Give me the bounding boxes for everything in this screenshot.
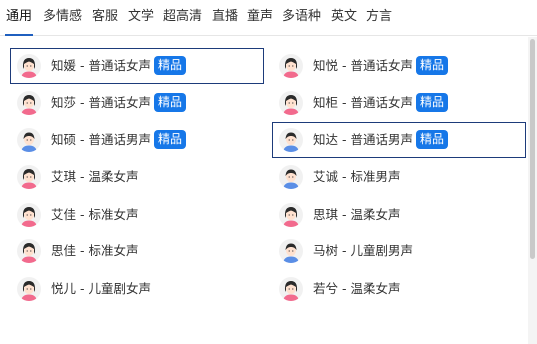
scrollbar-thumb[interactable] bbox=[530, 39, 535, 259]
female-avatar-icon bbox=[17, 165, 41, 189]
voice-name: 思佳 - 标准女声 bbox=[51, 243, 139, 258]
voice-name: 知柜 - 普通话女声 bbox=[313, 95, 413, 110]
voice-label: 若兮 - 温柔女声 bbox=[313, 272, 400, 306]
voice-name: 马树 - 儿童剧男声 bbox=[313, 243, 413, 258]
voice-name: 知莎 - 普通话女声 bbox=[51, 95, 151, 110]
tab-multilingual[interactable]: 多语种 bbox=[282, 0, 321, 34]
voice-item[interactable]: 知莎 - 普通话女声 精品 bbox=[10, 85, 264, 121]
premium-badge: 精品 bbox=[415, 56, 448, 75]
voice-label: 艾佳 - 标准女声 bbox=[51, 198, 138, 232]
tab-literature[interactable]: 文学 bbox=[128, 0, 154, 34]
voice-name: 艾诚 - 标准男声 bbox=[313, 169, 401, 184]
voice-item[interactable]: 思琪 - 温柔女声 bbox=[272, 197, 526, 233]
voice-label: 艾琪 - 温柔女声 bbox=[51, 160, 138, 194]
female-avatar-icon bbox=[17, 91, 41, 115]
tab-dialect[interactable]: 方言 bbox=[366, 0, 392, 34]
voice-item[interactable]: 思佳 - 标准女声 bbox=[10, 233, 264, 269]
voice-item[interactable]: 悦儿 - 儿童剧女声 bbox=[10, 271, 264, 307]
voice-item[interactable]: 若兮 - 温柔女声 bbox=[272, 271, 526, 307]
male-avatar-icon bbox=[279, 239, 303, 263]
male-avatar-icon bbox=[17, 128, 41, 152]
voice-label: 艾诚 - 标准男声 bbox=[313, 160, 400, 194]
female-avatar-icon bbox=[17, 54, 41, 78]
female-avatar-icon bbox=[17, 277, 41, 301]
voice-label: 知达 - 普通话男声 精品 bbox=[313, 123, 448, 157]
voice-list: 知媛 - 普通话女声 精品 知悦 - 普通话女声 精品 知莎 - 普通话女声 精品 知柜 -… bbox=[0, 37, 528, 344]
female-avatar-icon bbox=[279, 203, 303, 227]
tab-emotional[interactable]: 多情感 bbox=[43, 0, 82, 34]
voice-item[interactable]: 知硕 - 普通话男声 精品 bbox=[10, 122, 264, 158]
tab-customer-service[interactable]: 客服 bbox=[92, 0, 118, 34]
voice-item[interactable]: 知悦 - 普通话女声 精品 bbox=[272, 48, 526, 84]
voice-name: 知悦 - 普通话女声 bbox=[313, 58, 413, 73]
voice-item[interactable]: 知达 - 普通话男声 精品 bbox=[272, 122, 526, 158]
voice-label: 知莎 - 普通话女声 精品 bbox=[51, 86, 186, 120]
male-avatar-icon bbox=[279, 128, 303, 152]
voice-label: 思琪 - 温柔女声 bbox=[313, 198, 400, 232]
premium-badge: 精品 bbox=[415, 130, 448, 149]
premium-badge: 精品 bbox=[153, 130, 186, 149]
female-avatar-icon bbox=[17, 239, 41, 263]
tab-live[interactable]: 直播 bbox=[212, 0, 238, 34]
female-avatar-icon bbox=[279, 54, 303, 78]
premium-badge: 精品 bbox=[153, 56, 186, 75]
voice-label: 知悦 - 普通话女声 精品 bbox=[313, 49, 448, 83]
voice-item[interactable]: 知媛 - 普通话女声 精品 bbox=[10, 48, 264, 84]
voice-item[interactable]: 艾诚 - 标准男声 bbox=[272, 159, 526, 195]
voice-name: 知媛 - 普通话女声 bbox=[51, 58, 151, 73]
female-avatar-icon bbox=[17, 203, 41, 227]
male-avatar-icon bbox=[279, 165, 303, 189]
tab-general[interactable]: 通用 bbox=[4, 0, 34, 36]
tab-ultra-hd[interactable]: 超高清 bbox=[163, 0, 202, 34]
scrollbar[interactable] bbox=[528, 37, 537, 344]
female-avatar-icon bbox=[279, 277, 303, 301]
voice-label: 知媛 - 普通话女声 精品 bbox=[51, 49, 186, 83]
category-tabs: 通用 多情感 客服 文学 超高清 直播 童声 多语种 英文 方言 bbox=[0, 0, 537, 36]
female-avatar-icon bbox=[279, 91, 303, 115]
voice-item[interactable]: 艾佳 - 标准女声 bbox=[10, 197, 264, 233]
voice-name: 思琪 - 温柔女声 bbox=[313, 207, 401, 222]
voice-label: 马树 - 儿童剧男声 bbox=[313, 234, 413, 268]
voice-label: 知柜 - 普通话女声 精品 bbox=[313, 86, 448, 120]
voice-name: 悦儿 - 儿童剧女声 bbox=[51, 281, 151, 296]
voice-name: 艾琪 - 温柔女声 bbox=[51, 169, 139, 184]
voice-item[interactable]: 马树 - 儿童剧男声 bbox=[272, 233, 526, 269]
tab-child-voice[interactable]: 童声 bbox=[247, 0, 273, 34]
voice-name: 若兮 - 温柔女声 bbox=[313, 281, 401, 296]
premium-badge: 精品 bbox=[153, 93, 186, 112]
tab-english[interactable]: 英文 bbox=[331, 0, 357, 34]
voice-label: 知硕 - 普通话男声 精品 bbox=[51, 123, 186, 157]
voice-item[interactable]: 艾琪 - 温柔女声 bbox=[10, 159, 264, 195]
voice-item[interactable]: 知柜 - 普通话女声 精品 bbox=[272, 85, 526, 121]
voice-name: 知达 - 普通话男声 bbox=[313, 132, 413, 147]
premium-badge: 精品 bbox=[415, 93, 448, 112]
voice-name: 知硕 - 普通话男声 bbox=[51, 132, 151, 147]
voice-label: 思佳 - 标准女声 bbox=[51, 234, 138, 268]
voice-name: 艾佳 - 标准女声 bbox=[51, 207, 139, 222]
voice-label: 悦儿 - 儿童剧女声 bbox=[51, 272, 151, 306]
